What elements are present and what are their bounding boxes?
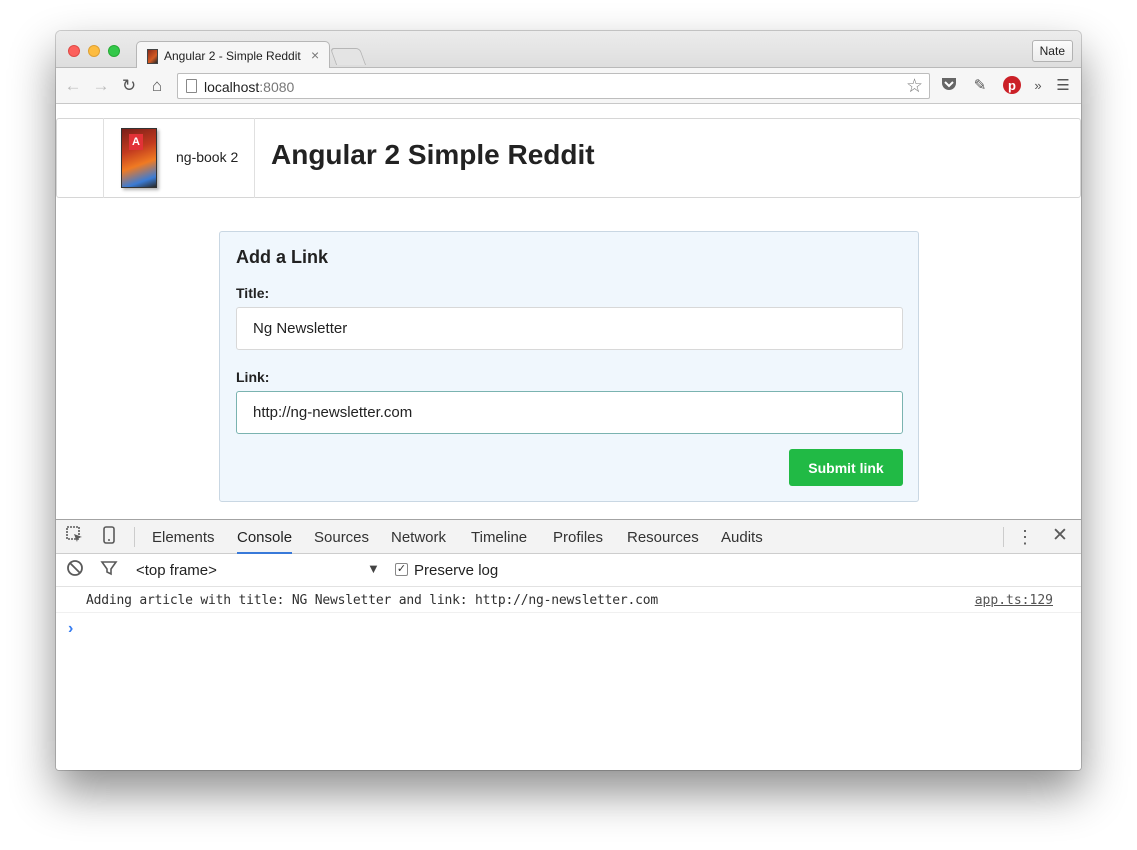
- back-arrow-icon[interactable]: ←: [62, 75, 84, 97]
- preserve-log-label[interactable]: Preserve log: [414, 562, 498, 579]
- tab-sources[interactable]: Sources: [314, 529, 369, 546]
- console-prompt[interactable]: ›: [68, 620, 73, 638]
- preserve-log-checkbox[interactable]: ✓: [395, 563, 408, 576]
- tab-close-icon[interactable]: ×: [311, 47, 319, 63]
- forward-arrow-icon[interactable]: →: [90, 75, 112, 97]
- add-link-form: Add a Link Title: Link: Submit link: [219, 231, 919, 502]
- frame-select[interactable]: <top frame>: [136, 562, 217, 579]
- link-input[interactable]: [236, 391, 903, 434]
- console-filter-bar: <top frame> ▼ ✓ Preserve log: [56, 554, 1081, 587]
- pinterest-icon[interactable]: p: [1002, 76, 1022, 96]
- inspect-element-icon[interactable]: [64, 526, 86, 551]
- svg-text:p: p: [1008, 78, 1016, 93]
- url-text: localhost:8080: [204, 79, 295, 95]
- devtools-separator: [134, 527, 135, 547]
- title-input[interactable]: [236, 307, 903, 350]
- submit-link-button[interactable]: Submit link: [789, 449, 903, 486]
- tab-console[interactable]: Console: [237, 529, 293, 554]
- maximize-window-button[interactable]: [108, 45, 120, 57]
- tab-title: Angular 2 - Simple Reddit: [164, 49, 301, 63]
- title-bar: Angular 2 - Simple Reddit × Nate: [56, 31, 1081, 69]
- more-options-icon[interactable]: ⋮: [1014, 526, 1036, 548]
- dropdown-arrow-icon[interactable]: ▼: [367, 561, 380, 576]
- app-header: A ng-book 2 Angular 2 Simple Reddit: [56, 118, 1081, 198]
- pin-icon[interactable]: ✎: [970, 76, 990, 96]
- reload-icon[interactable]: ↻: [118, 75, 140, 97]
- link-label: Link:: [236, 369, 270, 385]
- hamburger-menu-icon[interactable]: ☰: [1053, 76, 1073, 96]
- devtools-tabbar: Elements Console Sources Network Timelin…: [56, 520, 1081, 554]
- tab-elements[interactable]: Elements: [152, 529, 215, 546]
- console-source-link[interactable]: app.ts:129: [975, 593, 1053, 608]
- device-mode-icon[interactable]: [98, 526, 120, 551]
- chevron-double-right-icon[interactable]: »: [1028, 76, 1048, 96]
- profile-button[interactable]: Nate: [1031, 40, 1073, 62]
- brand-link[interactable]: A ng-book 2: [103, 118, 255, 198]
- star-icon[interactable]: ☆: [906, 75, 923, 98]
- console-message-text: Adding article with title: NG Newsletter…: [86, 593, 658, 608]
- console-message: Adding article with title: NG Newsletter…: [56, 587, 1081, 613]
- filter-icon[interactable]: [98, 559, 120, 584]
- devtools-panel: Elements Console Sources Network Timelin…: [56, 519, 1081, 770]
- minimize-window-button[interactable]: [88, 45, 100, 57]
- browser-toolbar: ← → ↻ ⌂ localhost:8080 ☆ ✎ p » ☰: [56, 68, 1081, 104]
- tab-audits[interactable]: Audits: [721, 529, 763, 546]
- angular-logo: A: [129, 134, 143, 150]
- tab-profiles[interactable]: Profiles: [553, 529, 603, 546]
- page-title: Angular 2 Simple Reddit: [271, 139, 595, 170]
- tab-resources[interactable]: Resources: [627, 529, 699, 546]
- devtools-separator: [1003, 527, 1004, 547]
- brand-name: ng-book 2: [176, 149, 239, 165]
- page-content: A ng-book 2 Angular 2 Simple Reddit Add …: [56, 104, 1081, 519]
- form-heading: Add a Link: [236, 247, 329, 267]
- address-bar[interactable]: localhost:8080 ☆: [177, 73, 930, 99]
- title-label: Title:: [236, 285, 270, 301]
- book-cover-image: A: [121, 128, 157, 188]
- browser-tab[interactable]: Angular 2 - Simple Reddit ×: [136, 41, 330, 69]
- browser-window: Angular 2 - Simple Reddit × Nate ← → ↻ ⌂…: [56, 31, 1081, 770]
- close-window-button[interactable]: [68, 45, 80, 57]
- close-devtools-icon[interactable]: ✕: [1049, 525, 1071, 547]
- clear-console-icon[interactable]: [64, 559, 86, 584]
- tab-timeline[interactable]: Timeline: [471, 529, 527, 546]
- page-icon: [186, 79, 197, 93]
- tab-network[interactable]: Network: [391, 529, 446, 546]
- new-tab-button[interactable]: [329, 48, 367, 65]
- home-icon[interactable]: ⌂: [146, 75, 168, 97]
- favicon-icon: [147, 49, 158, 64]
- pocket-icon[interactable]: [939, 76, 959, 96]
